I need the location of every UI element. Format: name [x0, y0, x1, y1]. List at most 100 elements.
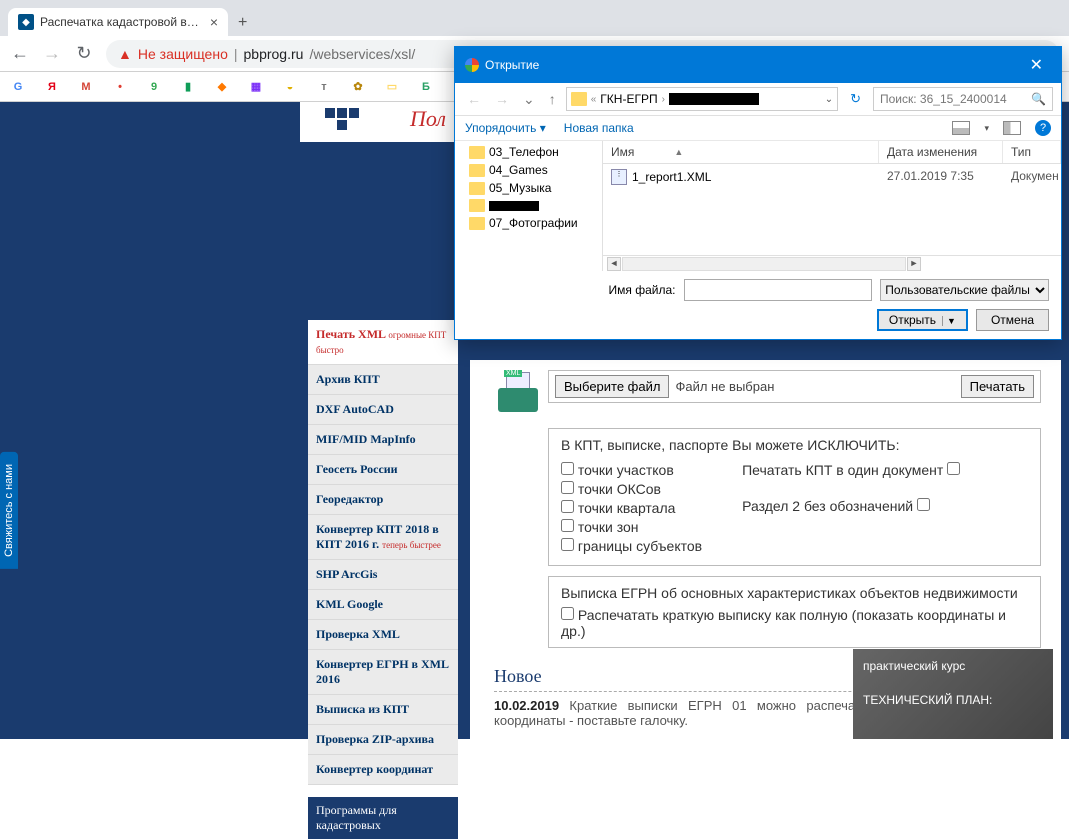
option-checkbox[interactable]: точки ОКСов — [561, 481, 702, 497]
bookmark-icon[interactable]: Я — [44, 79, 60, 95]
dlg-body: 03_Телефон04_Games05_Музыка 07_Фотографии… — [455, 141, 1061, 271]
option-checkbox[interactable]: точки участков — [561, 462, 702, 478]
scroll-left-icon[interactable]: ◄ — [607, 257, 621, 271]
reload-button[interactable]: ↻ — [74, 43, 94, 64]
col-date[interactable]: Дата изменения — [879, 141, 1003, 163]
scroll-right-icon[interactable]: ► — [907, 257, 921, 271]
filename-input[interactable] — [684, 279, 873, 301]
path-dropdown-icon[interactable]: ⌄ — [825, 94, 833, 105]
print-button[interactable]: Печатать — [961, 375, 1034, 398]
option-checkbox[interactable]: точки квартала — [561, 500, 702, 516]
tab-close-icon[interactable]: × — [210, 14, 218, 30]
main-content: XML Выберите файл Файл не выбран Печатат… — [470, 360, 1061, 739]
bookmark-icon[interactable]: Б — [418, 79, 434, 95]
sidebar-item[interactable]: MIF/MID MapInfo — [308, 425, 458, 455]
tree-item[interactable]: 04_Games — [455, 161, 602, 179]
dlg-footer: Имя файла: Пользовательские файлы Открыт… — [455, 271, 1061, 339]
xml-file-icon: ⋮ — [611, 169, 627, 185]
bookmark-icon[interactable]: G — [10, 79, 26, 95]
bookmark-icon[interactable]: ◆ — [214, 79, 230, 95]
back-button[interactable]: ← — [10, 43, 30, 64]
col-type[interactable]: Тип — [1003, 141, 1061, 163]
new-tab-button[interactable]: + — [228, 14, 257, 36]
bookmark-icon[interactable]: т — [316, 79, 332, 95]
bookmark-icon[interactable]: • — [112, 79, 128, 95]
sidebar-item[interactable]: Конвертер координат — [308, 755, 458, 785]
bookmark-icon[interactable]: ▭ — [384, 79, 400, 95]
forward-button[interactable]: → — [42, 43, 62, 64]
file-row[interactable]: ⋮1_report1.XML27.01.2019 7:35Докумен — [603, 164, 1061, 190]
options-title: В КПТ, выписке, паспорте Вы можете ИСКЛЮ… — [561, 437, 1028, 453]
dlg-breadcrumb[interactable]: « ГКН-ЕГРП › ⌄ — [566, 87, 838, 111]
open-dropdown-icon[interactable]: ▼ — [942, 316, 956, 326]
dlg-back-icon[interactable]: ← — [463, 89, 485, 109]
url-domain: pbprog.ru — [244, 46, 304, 62]
sidebar-item[interactable]: Геосеть России — [308, 455, 458, 485]
open-button[interactable]: Открыть▼ — [877, 309, 968, 331]
opt-section2[interactable] — [917, 498, 930, 511]
bookmark-icon[interactable]: 9 — [146, 79, 162, 95]
printer-icon: XML — [494, 370, 542, 418]
sidebar-item[interactable]: Конвертер КПТ 2018 в КПТ 2016 г. теперь … — [308, 515, 458, 560]
sidebar-item[interactable]: KML Google — [308, 590, 458, 620]
new-folder-button[interactable]: Новая папка — [564, 121, 634, 135]
dlg-fwd-icon[interactable]: → — [491, 89, 513, 109]
dlg-recent-icon[interactable]: ⌄ — [519, 89, 539, 110]
sidebar-item[interactable]: Проверка XML — [308, 620, 458, 650]
folder-icon — [571, 92, 587, 106]
tree-item[interactable]: 03_Телефон — [455, 143, 602, 161]
sidebar-item[interactable]: DXF AutoCAD — [308, 395, 458, 425]
path-seg[interactable]: ГКН-ЕГРП — [600, 92, 657, 106]
browser-tab[interactable]: ◆ Распечатка кадастровой выпис × — [8, 8, 228, 36]
sidebar-item[interactable]: Конвертер ЕГРН в XML 2016 — [308, 650, 458, 695]
view-mode-icon[interactable] — [952, 121, 970, 135]
dlg-toolbar: Упорядочить ▾ Новая папка ▾ ? — [455, 116, 1061, 141]
dlg-refresh-icon[interactable]: ↻ — [844, 91, 867, 107]
sidebar-footer[interactable]: Программы для кадастровых — [308, 797, 458, 839]
search-icon: 🔍 — [1031, 92, 1046, 106]
path-redacted — [669, 93, 759, 105]
dlg-search-input[interactable]: Поиск: 36_15_2400014 🔍 — [873, 87, 1053, 111]
dialog-close-button[interactable]: ✕ — [1022, 53, 1051, 77]
ad-line1: практический курс — [863, 659, 1043, 673]
help-icon[interactable]: ? — [1035, 120, 1051, 136]
contact-tab[interactable]: Свяжитесь с нами — [0, 452, 18, 569]
dialog-titlebar[interactable]: Открытие ✕ — [455, 47, 1061, 83]
sidebar-item[interactable]: Георедактор — [308, 485, 458, 515]
tree-item[interactable]: 07_Фотографии — [455, 214, 602, 232]
file-open-dialog: Открытие ✕ ← → ⌄ ↑ « ГКН-ЕГРП › ⌄ ↻ Поис… — [454, 46, 1062, 340]
url-path: /webservices/xsl/ — [309, 46, 415, 62]
dlg-folder-tree[interactable]: 03_Телефон04_Games05_Музыка 07_Фотографии — [455, 141, 603, 271]
dialog-title: Открытие — [485, 58, 539, 72]
cancel-button[interactable]: Отмена — [976, 309, 1049, 331]
ad-line2: ТЕХНИЧЕСКИЙ ПЛАН: — [863, 693, 1043, 707]
organize-menu[interactable]: Упорядочить ▾ — [465, 121, 546, 135]
tree-item[interactable]: 05_Музыка — [455, 179, 602, 197]
option-checkbox[interactable]: точки зон — [561, 519, 702, 535]
sidebar-item[interactable]: Выписка из КПТ — [308, 695, 458, 725]
bookmark-icon[interactable]: ▦ — [248, 79, 264, 95]
choose-file-button[interactable]: Выберите файл — [555, 375, 669, 398]
dlg-columns: Имя▲ Дата изменения Тип — [603, 141, 1061, 164]
filetype-select[interactable]: Пользовательские файлы — [880, 279, 1049, 301]
option-checkbox[interactable]: границы субъектов — [561, 538, 702, 554]
preview-pane-icon[interactable] — [1003, 121, 1021, 135]
bookmark-icon[interactable]: ▮ — [180, 79, 196, 95]
file-status: Файл не выбран — [669, 379, 780, 394]
tab-title: Распечатка кадастровой выпис — [40, 15, 204, 29]
tree-item[interactable] — [455, 197, 602, 214]
exclude-options: В КПТ, выписке, паспорте Вы можете ИСКЛЮ… — [548, 428, 1041, 566]
dlg-up-icon[interactable]: ↑ — [545, 89, 560, 109]
bookmark-icon[interactable]: ✿ — [350, 79, 366, 95]
col-name[interactable]: Имя▲ — [603, 141, 879, 163]
bookmark-icon[interactable]: ◒ — [282, 79, 298, 95]
sidebar-item[interactable]: Архив КПТ — [308, 365, 458, 395]
sidebar-item[interactable]: SHP ArcGis — [308, 560, 458, 590]
bookmark-icon[interactable]: M — [78, 79, 94, 95]
dlg-hscroll[interactable]: ◄ ► — [603, 255, 1061, 271]
opt-full-print[interactable] — [561, 607, 574, 620]
sidebar-item[interactable]: Печать XML огромные КПТ быстро — [308, 320, 458, 365]
side-ad[interactable]: практический курс ТЕХНИЧЕСКИЙ ПЛАН: — [853, 649, 1053, 739]
sidebar-item[interactable]: Проверка ZIP-архива — [308, 725, 458, 755]
opt-print-one-doc[interactable] — [947, 462, 960, 475]
